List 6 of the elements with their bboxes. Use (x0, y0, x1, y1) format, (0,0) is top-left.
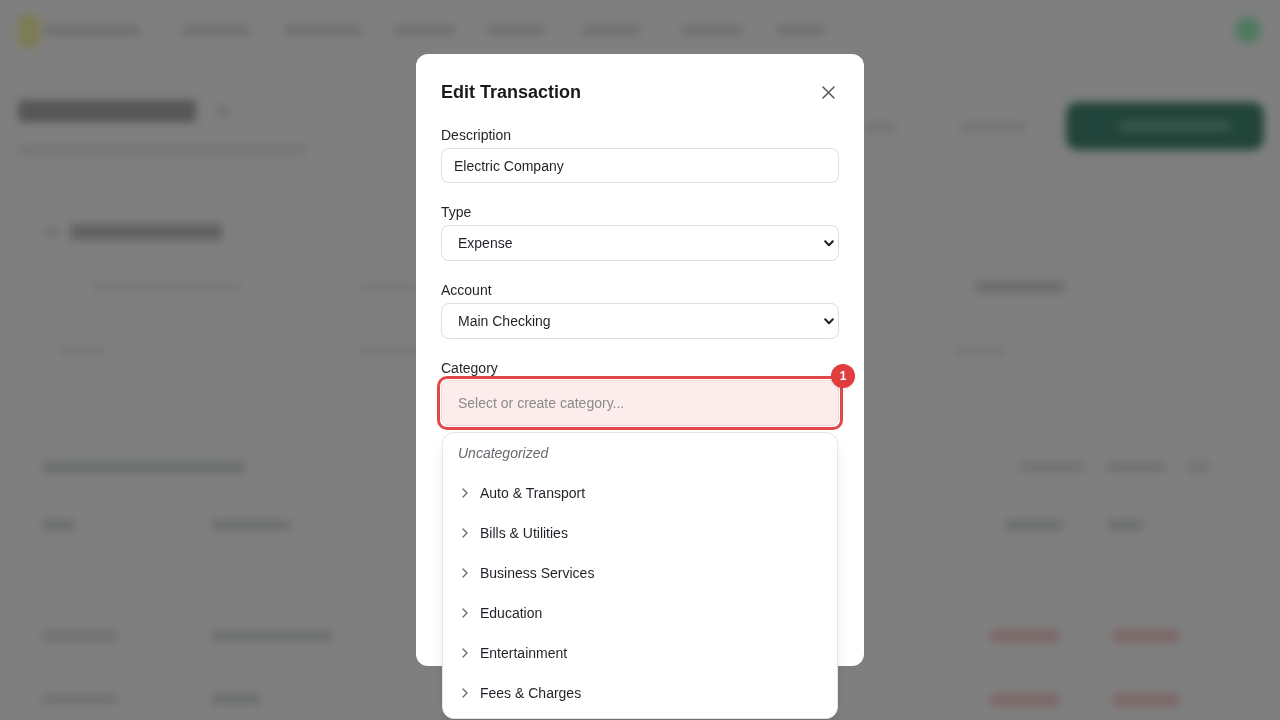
category-option[interactable]: Bills & Utilities (443, 513, 837, 553)
category-option[interactable]: Business Services (443, 553, 837, 593)
category-option[interactable]: Auto & Transport (443, 473, 837, 513)
category-option[interactable]: Education (443, 593, 837, 633)
category-option[interactable]: Fees & Charges (443, 673, 837, 713)
category-option[interactable]: Entertainment (443, 633, 837, 673)
